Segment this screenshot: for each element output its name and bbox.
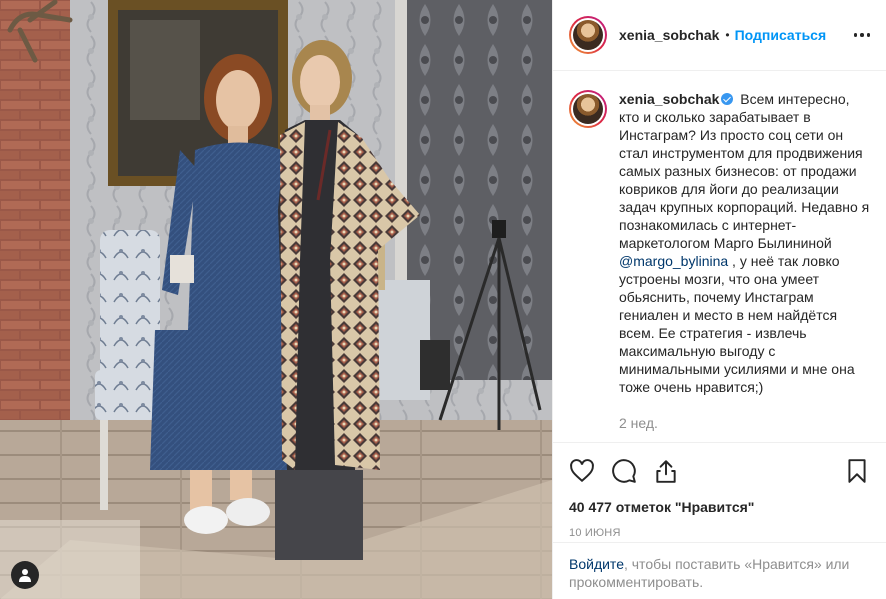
comment-icon[interactable]	[611, 458, 637, 484]
header-username[interactable]: xenia_sobchak	[619, 27, 719, 43]
post-date[interactable]: 10 ИЮНЯ	[553, 515, 886, 539]
post-side-panel: xenia_sobchak • Подписаться xenia_sobcha…	[552, 0, 886, 599]
caption-body: Всем интересно, кто и сколько зарабатыва…	[619, 91, 870, 251]
follow-button[interactable]: Подписаться	[735, 27, 827, 43]
post-actions-section: 40 477 отметок "Нравится" 10 ИЮНЯ	[553, 442, 886, 539]
post-header: xenia_sobchak • Подписаться	[553, 0, 886, 71]
caption-time-ago[interactable]: 2 нед.	[619, 414, 870, 432]
caption-area: xenia_sobchak Всем интересно, кто и скол…	[553, 72, 886, 442]
login-link[interactable]: Войдите	[569, 556, 624, 572]
caption-avatar[interactable]	[569, 90, 607, 128]
share-icon[interactable]	[653, 458, 679, 484]
caption-mention-link[interactable]: @margo_bylinina	[619, 253, 728, 269]
avatar[interactable]	[569, 16, 607, 54]
verified-badge-icon	[721, 93, 734, 105]
caption-username[interactable]: xenia_sobchak	[619, 91, 719, 107]
caption-text: xenia_sobchak Всем интересно, кто и скол…	[619, 90, 870, 442]
user-tag-icon	[19, 569, 31, 582]
caption-body-continued: , у неё так ловко устроены мозги, что он…	[619, 253, 855, 395]
post-photo[interactable]	[0, 0, 552, 599]
header-dot-separator: •	[725, 28, 730, 42]
action-bar	[553, 443, 886, 485]
likes-count[interactable]: 40 477 отметок "Нравится"	[553, 485, 886, 515]
more-options-button[interactable]	[853, 29, 870, 41]
bookmark-icon[interactable]	[844, 458, 870, 484]
avatar-image	[573, 20, 603, 50]
more-icon	[853, 33, 857, 37]
heart-icon[interactable]	[569, 458, 595, 484]
user-tag-button[interactable]	[11, 561, 39, 589]
post-photo-image	[0, 0, 552, 599]
login-prompt: Войдите, чтобы поставить «Нравится» или …	[553, 542, 886, 599]
